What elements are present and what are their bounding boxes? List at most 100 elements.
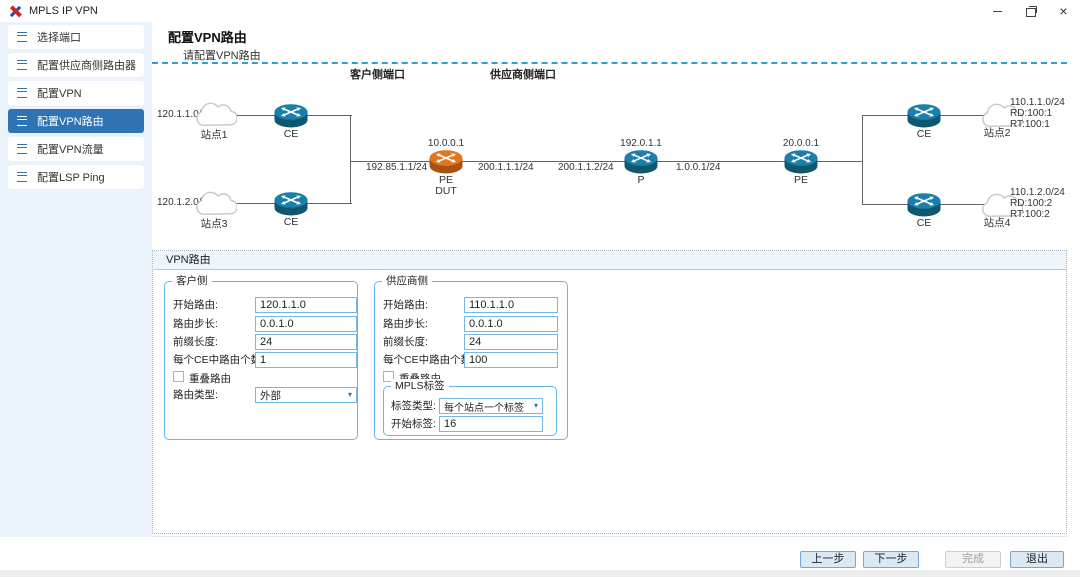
ce1-router-icon: [273, 103, 309, 129]
routes-per-ce-label: 每个CE中路由个数:: [383, 352, 474, 368]
p-router-icon: [623, 149, 659, 175]
ce2-name: CE: [906, 128, 942, 140]
provider-route-step-input[interactable]: [464, 316, 558, 332]
pe-router-icon: [783, 149, 819, 175]
ce3-name: CE: [273, 216, 309, 228]
site2-info: 110.1.1.0/24 RD:100:1 RT:100:1: [1010, 97, 1065, 130]
window-controls: ×: [981, 0, 1080, 22]
site3-cloud-icon: [191, 190, 237, 218]
sidebar-item-label: 配置VPN路由: [37, 113, 104, 129]
menu-icon: [17, 60, 27, 70]
sidebar-item-configure-provider-router[interactable]: 配置供应商侧路由器: [8, 53, 144, 77]
menu-icon: [17, 172, 27, 182]
sidebar-item-configure-vpn[interactable]: 配置VPN: [8, 81, 144, 105]
prefix-length-label: 前缀长度:: [173, 334, 218, 350]
main-content: 配置VPN路由 请配置VPN路由 客户侧端口 供应商侧端口 192.85.1.1…: [152, 22, 1080, 537]
sidebar-item-configure-vpn-traffic[interactable]: 配置VPN流量: [8, 137, 144, 161]
start-route-label: 开始路由:: [383, 297, 428, 313]
provider-start-route-input[interactable]: [464, 297, 558, 313]
customer-side-legend: 客户侧: [172, 274, 212, 288]
site2-rd-label: RD:100:1: [1010, 108, 1065, 119]
site1-cloud-icon: [191, 101, 237, 129]
customer-port-label: 客户侧端口: [350, 66, 405, 82]
menu-icon: [17, 116, 27, 126]
chevron-down-icon: ▾: [534, 402, 538, 410]
app-logo-icon: [9, 5, 22, 18]
close-button[interactable]: ×: [1047, 0, 1080, 22]
site4-network-label: 110.1.2.0/24: [1010, 187, 1065, 198]
sidebar-item-label: 配置供应商侧路由器: [37, 57, 136, 73]
customer-route-step-input[interactable]: [255, 316, 357, 332]
ce2-router-icon: [906, 103, 942, 129]
restore-icon: [1026, 8, 1036, 17]
page-subtitle: 请配置VPN路由: [183, 47, 261, 63]
provider-side-group: 供应商侧 开始路由: 路由步长: 前缀长度: 每个CE中路由个数: 重叠路由 M…: [374, 281, 568, 440]
minimize-button[interactable]: [981, 0, 1014, 22]
ce4-router-icon: [906, 192, 942, 218]
mpls-label-group: MPLS标签 标签类型: 每个站点一个标签 ▾ 开始标签:: [383, 386, 557, 436]
link-label-p-in: 200.1.1.2/24: [558, 162, 614, 173]
panel-title: VPN路由: [153, 251, 1066, 270]
provider-routes-per-ce-input[interactable]: [464, 352, 558, 368]
content-bottom-line: [152, 536, 1067, 537]
route-type-dropdown[interactable]: 外部 ▾: [255, 387, 357, 403]
close-icon: ×: [1059, 4, 1067, 18]
link-label-ce-pe: 192.85.1.1/24: [366, 162, 427, 173]
ce4-name: CE: [906, 217, 942, 229]
pe-dut-sub: DUT: [428, 185, 464, 197]
minimize-icon: [993, 11, 1002, 12]
exit-button[interactable]: 退出: [1010, 551, 1064, 568]
customer-routes-per-ce-input[interactable]: [255, 352, 357, 368]
route-step-label: 路由步长:: [383, 316, 428, 332]
bottom-strip: [0, 570, 1080, 577]
site4-info: 110.1.2.0/24 RD:100:2 RT:100:2: [1010, 187, 1065, 220]
pe-ip: 20.0.0.1: [773, 138, 829, 149]
site1-name: 站点1: [191, 127, 237, 142]
app-title: MPLS IP VPN: [29, 5, 98, 17]
link-label-p-pe: 1.0.0.1/24: [676, 162, 720, 173]
sidebar-item-configure-vpn-route[interactable]: 配置VPN路由: [8, 109, 144, 133]
label-type-dropdown[interactable]: 每个站点一个标签 ▾: [439, 398, 543, 414]
customer-overlap-route-checkbox[interactable]: [173, 371, 184, 382]
sidebar-item-label: 选择端口: [37, 29, 81, 45]
site2-rt-label: RT:100:1: [1010, 119, 1065, 130]
route-type-label: 路由类型:: [173, 387, 218, 403]
ce3-router-icon: [273, 191, 309, 217]
label-type-label: 标签类型:: [391, 398, 436, 414]
overlap-route-label: 重叠路由: [189, 371, 231, 386]
sidebar-item-label: 配置VPN流量: [37, 141, 104, 157]
sidebar-item-label: 配置VPN: [37, 85, 82, 101]
site2-network-label: 110.1.1.0/24: [1010, 97, 1065, 108]
link-line: [350, 115, 351, 204]
route-type-value: 外部: [260, 388, 281, 403]
menu-icon: [17, 88, 27, 98]
provider-prefix-length-input[interactable]: [464, 334, 558, 350]
customer-start-route-input[interactable]: [255, 297, 357, 313]
pe-dut-ip: 10.0.0.1: [418, 138, 474, 149]
previous-step-button[interactable]: 上一步: [800, 551, 856, 568]
customer-side-group: 客户侧 开始路由: 路由步长: 前缀长度: 每个CE中路由个数: 重叠路由 路由…: [164, 281, 358, 440]
ce1-name: CE: [273, 128, 309, 140]
provider-port-label: 供应商侧端口: [490, 66, 556, 82]
app-window: MPLS IP VPN × 选择端口 配置供应商侧路由器 配置VPN 配置VPN…: [0, 0, 1080, 577]
start-label-input[interactable]: [439, 416, 543, 432]
pe-name: PE: [783, 174, 819, 186]
route-step-label: 路由步长:: [173, 316, 218, 332]
link-label-pe-out: 200.1.1.1/24: [478, 162, 534, 173]
next-step-button[interactable]: 下一步: [863, 551, 919, 568]
restore-button[interactable]: [1014, 0, 1047, 22]
sidebar-item-configure-lsp-ping[interactable]: 配置LSP Ping: [8, 165, 144, 189]
customer-prefix-length-input[interactable]: [255, 334, 357, 350]
menu-icon: [17, 144, 27, 154]
sidebar-item-select-port[interactable]: 选择端口: [8, 25, 144, 49]
mpls-label-legend: MPLS标签: [391, 379, 449, 393]
site4-rt-label: RT:100:2: [1010, 209, 1065, 220]
p-name: P: [623, 174, 659, 186]
p-ip: 192.0.1.1: [613, 138, 669, 149]
site3-name: 站点3: [191, 216, 237, 231]
finish-button: 完成: [945, 551, 1001, 568]
network-topology-diagram: 客户侧端口 供应商侧端口 192.85.1.1/24 200.1.1.1/24 …: [152, 64, 1068, 250]
site4-rd-label: RD:100:2: [1010, 198, 1065, 209]
pe-dut-router-icon: [428, 149, 464, 175]
prefix-length-label: 前缀长度:: [383, 334, 428, 350]
